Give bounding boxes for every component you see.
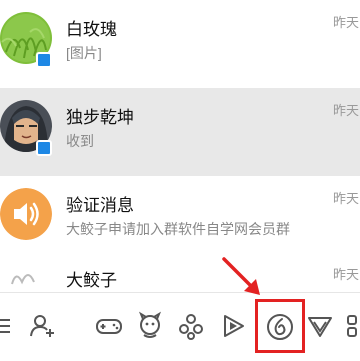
online-status-icon [36,52,52,68]
conversation-row-white-rose[interactable]: 白玫瑰 [图片] 昨天 [0,0,360,88]
dragon-avatar-icon [0,264,52,292]
pet-icon[interactable] [134,310,166,342]
speaker-icon [0,188,52,240]
contact-name: 验证消息 [66,196,134,215]
last-message: 大鲛子申请加入群软件自学网会员群 [66,221,290,237]
contact-name: 独步乾坤 [66,108,134,127]
message-time: 昨天 [333,103,360,118]
shield-icon[interactable] [304,310,336,342]
contact-name: 白玫瑰 [66,20,117,39]
bottom-toolbar [0,292,360,361]
cloud-icon[interactable] [175,310,207,342]
contact-name: 大鲛子 [66,271,117,290]
avatar [0,264,52,292]
conversation-row-verification[interactable]: 验证消息 大鲛子申请加入群软件自学网会员群 昨天 [0,176,360,264]
red-arrow-icon [220,255,265,300]
message-time: 昨天 [333,191,360,206]
add-contact-icon[interactable] [26,310,58,342]
message-time: 昨天 [333,267,360,282]
message-time: 昨天 [333,15,360,30]
last-message: [图片] [66,45,102,61]
online-status-icon [36,140,52,156]
game-icon[interactable] [93,310,125,342]
video-play-icon[interactable] [217,310,249,342]
menu-icon[interactable] [0,310,18,342]
avatar [0,188,52,240]
conversation-row-dajiaozi[interactable]: 大鲛子 昨天 [0,264,360,292]
conversation-row-dubu-qiankun[interactable]: 独步乾坤 收到 昨天 [0,88,360,176]
last-message: 收到 [66,133,94,149]
conversation-list: 白玫瑰 [图片] 昨天 独步乾坤 收到 昨天 验证消息 大鲛子申请加入群软件自学… [0,0,360,292]
highlight-box [255,299,305,353]
apps-icon[interactable] [342,310,360,342]
